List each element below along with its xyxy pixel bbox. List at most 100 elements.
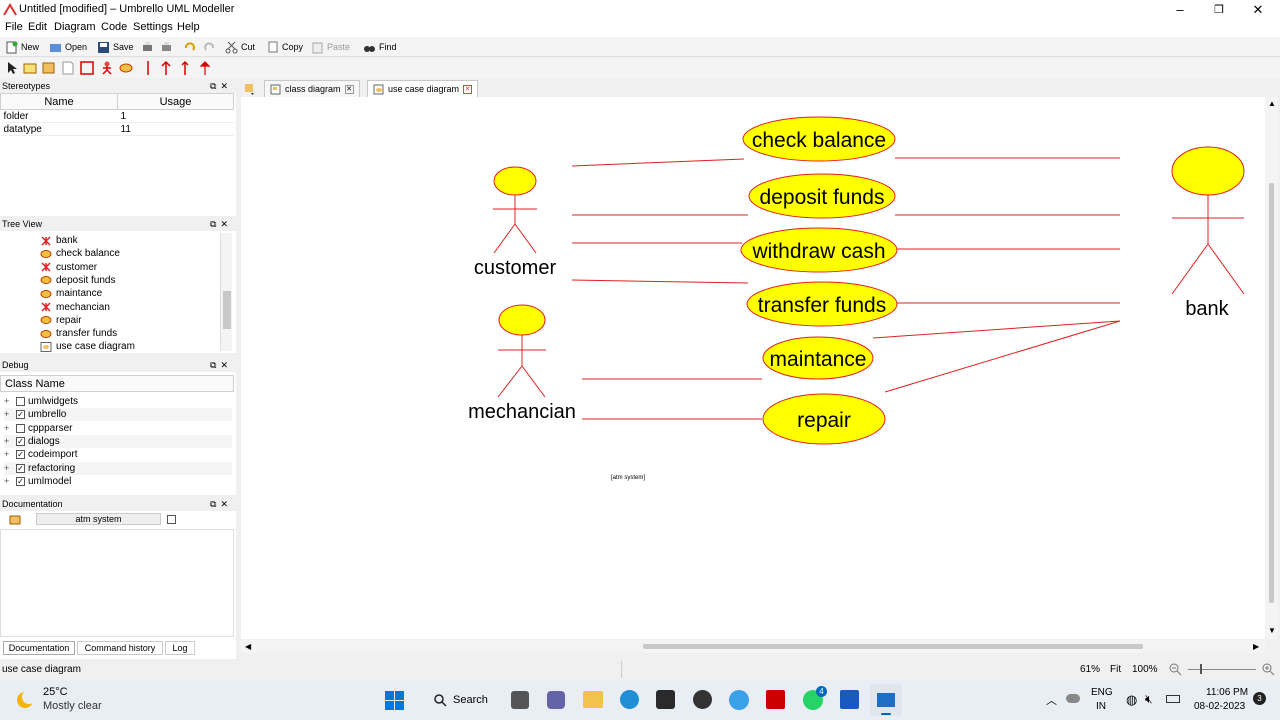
debug-row[interactable]: + cppparser [4,422,232,435]
doc-tab-documentation[interactable]: Documentation [3,641,75,655]
close-tab-icon[interactable]: ✕ [463,84,473,94]
debug-checkbox[interactable] [16,397,25,406]
panel-float-close-icons[interactable]: ⧉✕ [210,358,232,372]
menu-file[interactable]: File [5,21,23,33]
debug-checkbox[interactable]: ✓ [16,463,25,473]
paste-button[interactable]: Paste [311,39,350,55]
maximize-button[interactable]: ❐ [1201,1,1237,19]
help-app-icon[interactable] [729,690,749,710]
tab-menu-icon[interactable] [244,83,256,95]
zoom-slider[interactable] [1188,669,1256,670]
debug-row[interactable]: + umlwidgets [4,395,232,408]
volume-muted-icon[interactable]: 🔇︎ [1145,692,1153,707]
expand-icon[interactable]: + [4,436,13,446]
dependency-arrow-icon[interactable] [158,60,174,76]
taskbar-search[interactable]: Search [420,686,492,714]
usecase-tool-icon[interactable] [118,60,134,76]
doc-text-area[interactable] [0,529,234,637]
expand-icon[interactable]: + [4,476,13,486]
usecase-withdraw-cash[interactable]: withdraw cash [740,227,898,273]
expand-icon[interactable]: + [4,423,13,433]
minimize-button[interactable]: – [1162,1,1198,19]
table-row[interactable]: folder 1 [0,109,234,123]
actor-mechancian[interactable]: mechancian [468,304,576,423]
expand-icon[interactable]: + [4,450,13,459]
actor-tool-icon[interactable] [99,60,115,76]
language-code[interactable]: ENG [1091,687,1113,698]
language-region[interactable]: IN [1096,701,1106,712]
menu-edit[interactable]: Edit [28,21,47,33]
panel-float-close-icons[interactable]: ⧉✕ [210,497,232,511]
tree-item[interactable]: transfer funds [40,327,117,340]
weather-moon-icon[interactable] [14,690,36,710]
tree-item[interactable]: deposit funds [40,274,116,287]
menu-diagram[interactable]: Diagram [54,21,96,33]
diagram-note[interactable]: [atm system] [611,475,645,481]
text-box-icon[interactable] [22,60,38,76]
tree-scrollbar[interactable] [220,233,232,351]
fit-button[interactable]: Fit [1110,664,1121,675]
onedrive-cloud-icon[interactable] [1066,694,1080,703]
battery-icon[interactable] [1166,695,1180,703]
select-arrow-icon[interactable] [4,60,20,76]
column-header-name[interactable]: Name [0,93,118,110]
undo-icon[interactable] [183,41,196,54]
menu-help[interactable]: Help [177,21,200,33]
new-button[interactable]: New [5,39,39,55]
expand-icon[interactable]: + [4,397,13,406]
tree-item[interactable]: bank [40,234,78,247]
word-icon[interactable] [840,690,859,709]
realization-arrow-icon[interactable] [197,60,213,76]
horizontal-scroll-thumb[interactable] [643,644,1143,649]
debug-checkbox[interactable] [16,423,25,433]
actor-bank[interactable]: bank [1171,146,1245,320]
clock-date[interactable]: 08-02-2023 [1194,701,1245,712]
vertical-scrollbar[interactable]: ▲ ▼ [1265,97,1278,639]
usecase-check-balance[interactable]: check balance [742,116,896,162]
task-view-icon[interactable] [511,691,529,709]
usecase-repair[interactable]: repair [762,393,886,445]
debug-checkbox[interactable]: ✓ [16,476,25,486]
doc-tab-log[interactable]: Log [165,641,195,655]
panel-float-close-icons[interactable]: ⧉✕ [210,217,232,231]
tree-item[interactable]: use case diagram [40,340,135,353]
doc-name-field[interactable]: atm system [36,513,161,525]
windows-start-icon[interactable] [385,691,404,710]
tree-item[interactable]: repair [40,314,82,327]
debug-row[interactable]: + ✓ umbrello [4,408,232,422]
debug-checkbox[interactable]: ✓ [16,410,25,420]
expand-icon[interactable]: + [4,410,13,419]
copy-button[interactable]: Copy [266,39,303,55]
generalization-arrow-icon[interactable] [177,60,193,76]
mcafee-icon[interactable] [766,690,785,709]
expand-icon[interactable]: + [4,463,13,473]
debug-row[interactable]: + ✓ codeimport [4,448,232,461]
debug-checkbox[interactable]: ✓ [16,450,25,460]
usecase-deposit-funds[interactable]: deposit funds [748,173,896,219]
note-icon[interactable] [60,60,76,76]
debug-row[interactable]: + ✓ dialogs [4,434,232,448]
file-explorer-icon[interactable] [583,691,603,708]
actor-customer[interactable]: customer [474,166,557,279]
close-tab-icon[interactable]: ✕ [344,84,354,94]
zoom-out-icon[interactable] [1169,663,1182,676]
use-case-diagram[interactable]: check balance deposit funds withdraw cas… [241,97,1265,639]
tab-class-diagram[interactable]: class diagram ✕ [264,80,360,97]
app-icon[interactable] [693,690,712,709]
debug-row[interactable]: + ✓ refactoring [4,461,232,475]
tab-use-case-diagram[interactable]: use case diagram ✕ [367,80,479,97]
scroll-up-icon[interactable]: ▲ [1268,99,1276,108]
find-button[interactable]: Find [363,39,397,55]
usecase-maintance[interactable]: maintance [762,336,874,380]
doc-checkbox[interactable] [167,515,176,524]
debug-row[interactable]: + ✓ umlmodel [4,475,232,488]
menu-settings[interactable]: Settings [133,21,173,33]
vertical-scroll-thumb[interactable] [1269,183,1274,603]
cut-button[interactable]: Cut [225,39,255,55]
tray-chevron-icon[interactable]: ︿ [1046,692,1057,708]
table-row[interactable]: datatype 11 [0,122,234,136]
print-preview-icon[interactable] [160,41,173,54]
print-icon[interactable] [141,41,154,54]
open-button[interactable]: Open [49,39,87,55]
zoom-100-button[interactable]: 100% [1132,664,1158,675]
